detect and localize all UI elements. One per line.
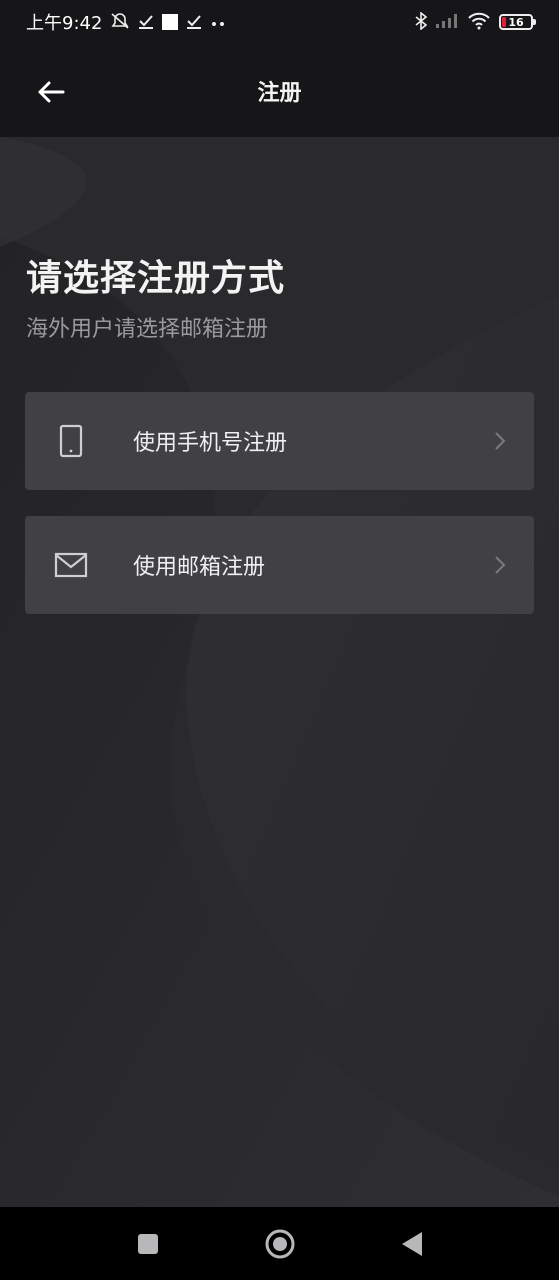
- battery-icon: 16: [499, 14, 536, 30]
- status-bar: 上午9:42 16: [0, 0, 559, 44]
- check-icon: [138, 13, 154, 32]
- back-triangle-icon[interactable]: [392, 1224, 432, 1264]
- mute-icon: [110, 12, 130, 33]
- chevron-right-icon: [490, 431, 510, 451]
- chevron-right-icon: [490, 555, 510, 575]
- mail-icon: [49, 543, 93, 587]
- system-nav-bar: [0, 1207, 559, 1280]
- register-with-email-button[interactable]: 使用邮箱注册: [25, 516, 534, 614]
- check-icon: [186, 13, 202, 32]
- option-label-phone: 使用手机号注册: [133, 431, 288, 456]
- bluetooth-icon: [415, 10, 428, 33]
- subheading: 海外用户请选择邮箱注册: [26, 317, 269, 342]
- square-icon: [162, 14, 179, 30]
- recents-square-icon[interactable]: [128, 1224, 168, 1264]
- wifi-icon: [467, 12, 491, 33]
- page-title: 注册: [257, 80, 302, 106]
- status-time: 上午9:42: [26, 13, 103, 34]
- signal-icon: [435, 13, 459, 32]
- option-label-email: 使用邮箱注册: [133, 555, 266, 580]
- status-bar-right: 16: [415, 10, 536, 33]
- status-bar-left: 上午9:42: [26, 9, 226, 35]
- app-bar: 注册: [0, 44, 559, 137]
- more-dots-icon: [210, 14, 226, 30]
- back-button[interactable]: [28, 72, 74, 112]
- main-content: 请选择注册方式 海外用户请选择邮箱注册 使用手机号注册 使用邮箱注册: [0, 137, 559, 1207]
- register-with-phone-button[interactable]: 使用手机号注册: [25, 392, 534, 490]
- phone-icon: [49, 419, 93, 463]
- arrow-left-icon: [38, 81, 65, 103]
- heading: 请选择注册方式: [26, 258, 286, 299]
- home-circle-icon[interactable]: [260, 1224, 300, 1264]
